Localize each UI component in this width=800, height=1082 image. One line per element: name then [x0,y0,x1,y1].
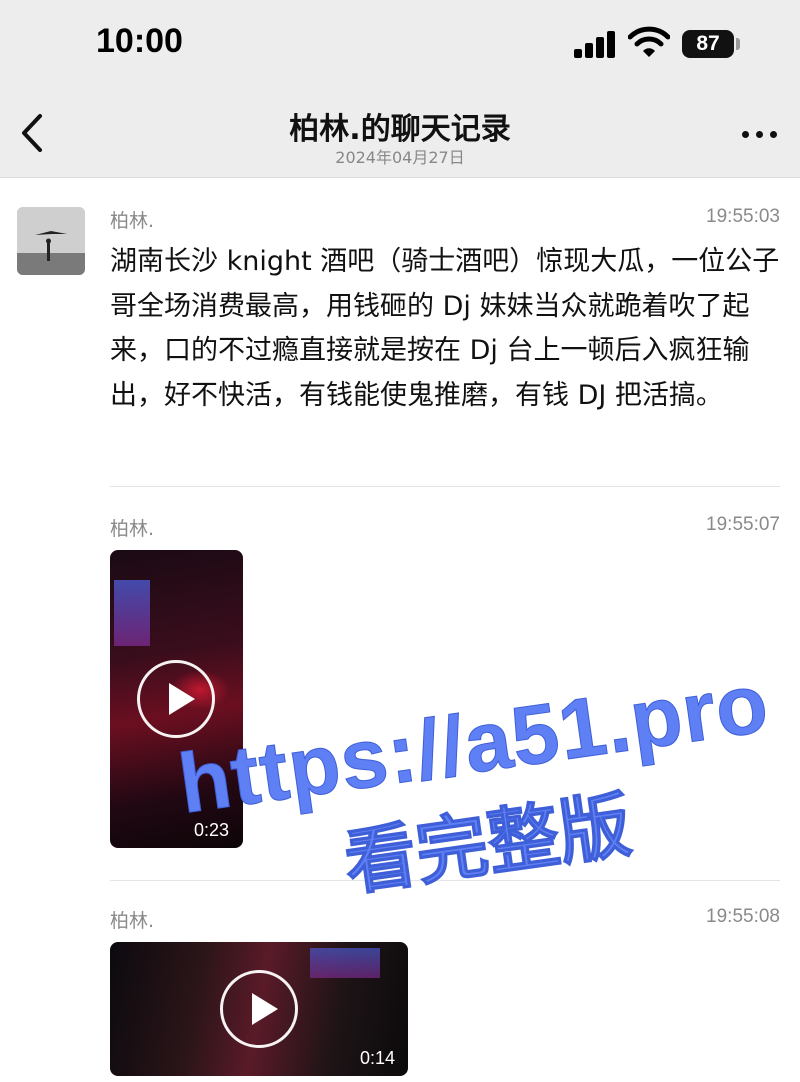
play-icon[interactable] [220,970,298,1048]
message-text[interactable]: 湖南长沙 knight 酒吧（骑士酒吧）惊现大瓜，一位公子哥全场消费最高，用钱砸… [110,240,780,418]
status-time: 10:00 [96,22,183,60]
video-duration: 0:14 [360,1048,396,1068]
message-time: 19:55:07 [706,514,780,535]
battery-icon: 87 [682,30,734,58]
message-sender: 柏林. [110,518,155,540]
page-title: 柏林.的聊天记录 [289,112,511,147]
video-message[interactable]: 0:14 [110,942,408,1076]
message-sender: 柏林. [110,210,155,232]
watermark: https://a51.pro 看完整版 [150,651,800,934]
video-frame-overlay [114,580,150,646]
nav-bar: 柏林.的聊天记录 2024年04月27日 [0,90,800,178]
message-sender: 柏林. [110,910,155,932]
signal-icon [574,30,618,58]
wifi-icon [628,26,670,57]
play-icon[interactable] [137,660,215,738]
video-frame-overlay [310,948,380,978]
page-subtitle: 2024年04月27日 [335,148,465,167]
avatar[interactable] [17,207,85,275]
divider [110,486,780,487]
status-bar: 10:00 87 [0,0,800,90]
more-dots-icon[interactable] [740,128,780,142]
avatar-image [17,207,85,275]
message-time: 19:55:08 [706,906,780,927]
message-time: 19:55:03 [706,206,780,227]
battery-tip [736,38,740,50]
